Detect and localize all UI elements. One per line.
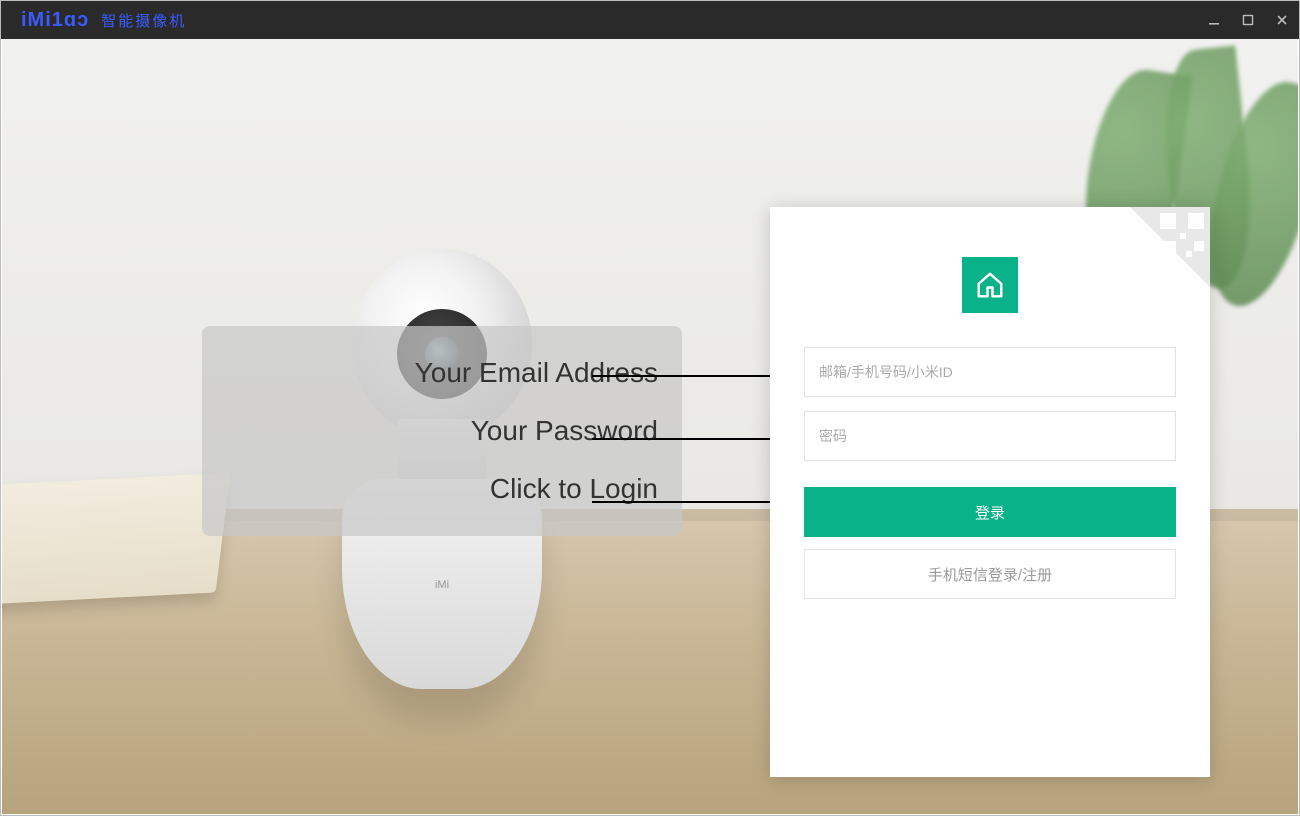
- mi-home-logo: [962, 257, 1018, 313]
- brand-subtitle: 智能摄像机: [101, 10, 186, 31]
- login-card: 登录 手机短信登录/注册: [770, 207, 1210, 777]
- sms-login-button[interactable]: 手机短信登录/注册: [804, 549, 1176, 599]
- qr-login-toggle[interactable]: [1130, 207, 1210, 287]
- content-area: iMi Your Email Address Your Password Cli…: [2, 39, 1298, 814]
- email-field[interactable]: [804, 347, 1176, 397]
- annotation-panel: Your Email Address Your Password Click t…: [202, 326, 682, 536]
- maximize-button[interactable]: [1231, 1, 1265, 39]
- annotation-email-label: Your Email Address: [415, 357, 658, 389]
- password-field[interactable]: [804, 411, 1176, 461]
- close-icon: [1276, 14, 1288, 26]
- brand-logo-text: iMi1ɑɔ: [21, 9, 89, 32]
- close-button[interactable]: [1265, 1, 1299, 39]
- window-controls: [1197, 1, 1299, 39]
- mi-home-icon: [975, 270, 1005, 300]
- titlebar: iMi1ɑɔ 智能摄像机: [1, 1, 1299, 39]
- app-window: iMi1ɑɔ 智能摄像机: [0, 0, 1300, 816]
- login-form: 登录 手机短信登录/注册: [770, 347, 1210, 599]
- qr-icon: [1160, 213, 1204, 257]
- minimize-button[interactable]: [1197, 1, 1231, 39]
- maximize-icon: [1242, 14, 1254, 26]
- annotation-password-label: Your Password: [471, 415, 658, 447]
- minimize-icon: [1208, 14, 1220, 26]
- login-button[interactable]: 登录: [804, 487, 1176, 537]
- brand: iMi1ɑɔ 智能摄像机: [21, 9, 186, 32]
